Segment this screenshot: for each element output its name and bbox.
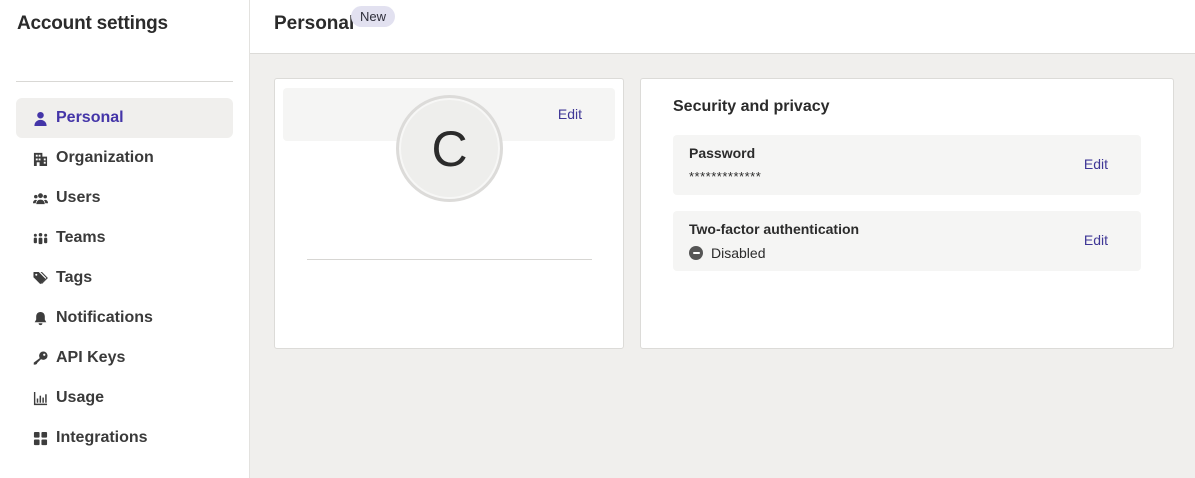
sidebar: Account settings Personal Organization U… (0, 0, 250, 478)
sidebar-item-teams[interactable]: Teams (16, 218, 233, 258)
sidebar-item-integrations[interactable]: Integrations (16, 418, 233, 458)
sidebar-item-notifications[interactable]: Notifications (16, 298, 233, 338)
sidebar-item-usage[interactable]: Usage (16, 378, 233, 418)
password-edit-button[interactable]: Edit (1084, 156, 1108, 172)
two-factor-edit-button[interactable]: Edit (1084, 232, 1108, 248)
sidebar-item-label: API Keys (56, 349, 126, 366)
sidebar-divider (16, 81, 233, 82)
two-factor-row: Two-factor authentication Disabled Edit (673, 211, 1141, 271)
tag-icon (32, 270, 48, 286)
two-factor-status-text: Disabled (711, 245, 766, 261)
avatar[interactable]: C (396, 95, 503, 202)
sidebar-item-api-keys[interactable]: API Keys (16, 338, 233, 378)
password-value: ************* (689, 169, 762, 184)
users-icon (32, 190, 48, 206)
profile-card: Edit C (274, 78, 624, 349)
bell-icon (32, 310, 48, 326)
sidebar-item-label: Usage (56, 389, 105, 406)
new-badge: New (351, 6, 396, 27)
sidebar-item-organization[interactable]: Organization (16, 138, 233, 178)
user-icon (32, 110, 48, 126)
two-factor-status: Disabled (689, 245, 765, 261)
key-icon (32, 350, 48, 366)
sidebar-item-label: Personal (56, 109, 124, 126)
sidebar-item-tags[interactable]: Tags (16, 258, 233, 298)
grid-icon (32, 430, 48, 446)
profile-divider (307, 259, 592, 260)
two-factor-label: Two-factor authentication (689, 221, 860, 237)
sidebar-item-label: Integrations (56, 429, 148, 446)
sidebar-item-label: Users (56, 189, 101, 206)
security-card: Security and privacy Password **********… (640, 78, 1174, 349)
security-title: Security and privacy (673, 98, 830, 115)
building-icon (32, 150, 48, 166)
minus-circle-icon (689, 246, 703, 260)
chart-icon (32, 390, 48, 406)
sidebar-item-label: Tags (56, 269, 93, 286)
password-row: Password ************* Edit (673, 135, 1141, 195)
page-header: Personal New (250, 0, 1195, 54)
password-label: Password (689, 145, 756, 161)
sidebar-item-label: Teams (56, 229, 106, 246)
page-title: Personal (274, 13, 355, 34)
profile-edit-button[interactable]: Edit (558, 106, 582, 122)
sidebar-item-label: Notifications (56, 309, 153, 326)
teams-icon (32, 230, 48, 246)
sidebar-item-label: Organization (56, 149, 154, 166)
sidebar-item-users[interactable]: Users (16, 178, 233, 218)
sidebar-item-personal[interactable]: Personal (16, 98, 233, 138)
sidebar-title: Account settings (17, 13, 168, 34)
settings-nav: Personal Organization Users Teams Tags N… (16, 98, 233, 458)
